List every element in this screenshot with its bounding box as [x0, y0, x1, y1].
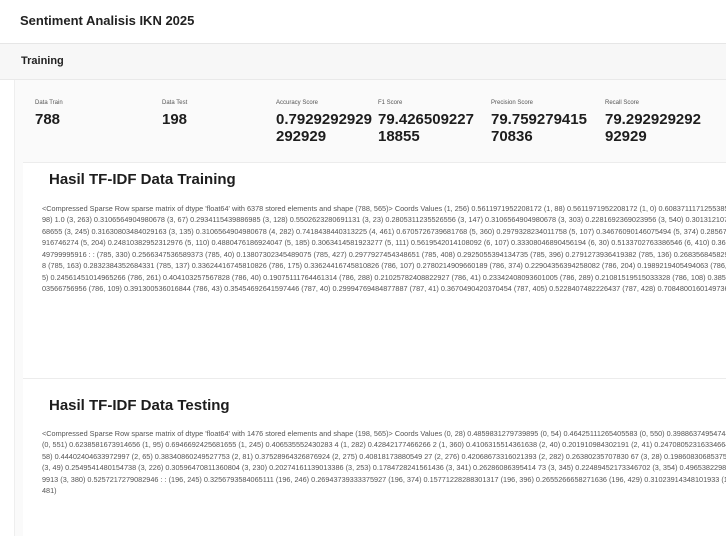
section-header[interactable]: Training: [0, 44, 726, 80]
tfidf-training-card: Hasil TF-IDF Data Training <Compressed S…: [23, 162, 726, 379]
stat-f1: F1 Score 79.42650922718855: [378, 100, 476, 145]
tfidf-training-output: <Compressed Sparse Row sparse matrix of …: [42, 204, 726, 294]
stat-precision: Precision Score 79.75927941570836: [491, 100, 589, 145]
tfidf-training-title: Hasil TF-IDF Data Training: [49, 171, 236, 188]
stat-value: 79.42650922718855: [378, 111, 474, 145]
app-header: Sentiment Analisis IKN 2025: [0, 0, 726, 44]
tfidf-testing-title: Hasil TF-IDF Data Testing: [49, 397, 230, 414]
training-panel: Data Train 788 Data Test 198 Accuracy Sc…: [14, 80, 726, 549]
stat-label: F1 Score: [378, 100, 403, 106]
stat-value: 79.29292929292929: [605, 111, 701, 145]
tfidf-testing-card: Hasil TF-IDF Data Testing <Compressed Sp…: [23, 378, 726, 549]
section-title: Training: [21, 55, 64, 67]
stat-value: 788: [35, 111, 61, 128]
stat-value: 198: [162, 111, 188, 128]
stat-data-test: Data Test 198: [162, 100, 260, 128]
stat-recall: Recall Score 79.29292929292929: [605, 100, 703, 145]
stat-data-train: Data Train 788: [35, 100, 133, 128]
app-title: Sentiment Analisis IKN 2025: [20, 13, 195, 28]
stat-label: Recall Score: [605, 100, 640, 106]
stat-accuracy: Accuracy Score 0.7929292929292929: [276, 100, 374, 145]
stat-value: 0.7929292929292929: [276, 111, 372, 145]
tfidf-testing-output: <Compressed Sparse Row sparse matrix of …: [42, 429, 726, 496]
stat-label: Precision Score: [491, 100, 534, 106]
stat-label: Data Test: [162, 100, 188, 106]
stat-value: 79.75927941570836: [491, 111, 587, 145]
stat-label: Accuracy Score: [276, 100, 319, 106]
stat-label: Data Train: [35, 100, 63, 106]
